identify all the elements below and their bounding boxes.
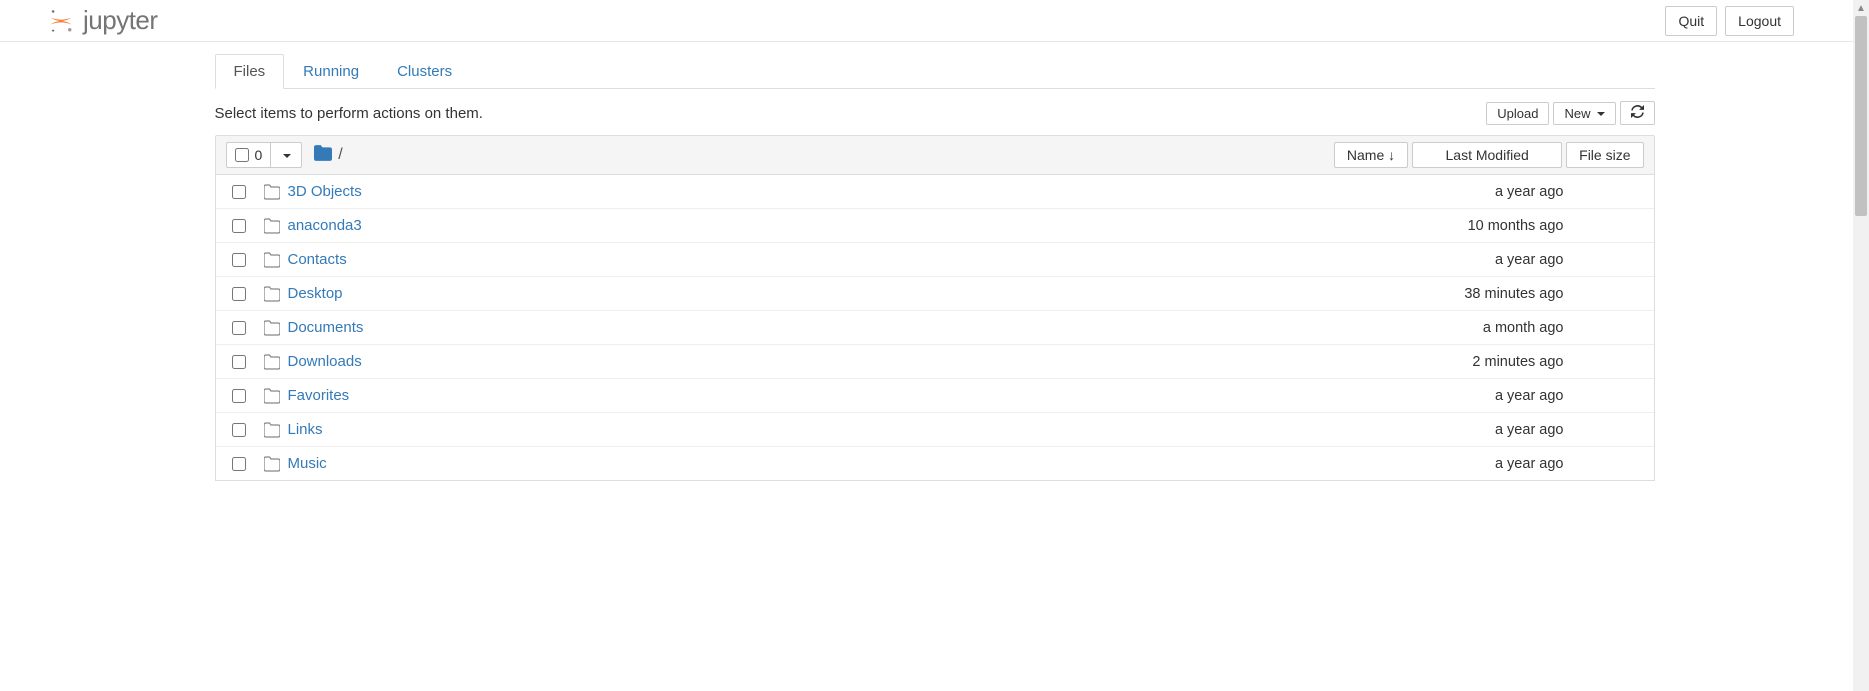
list-header: 0 / Name ↓ Last Modified File size [215,135,1655,175]
scrollbar[interactable]: ▲ [1853,0,1869,691]
folder-icon [264,286,280,302]
item-modified: a month ago [1384,320,1564,336]
upload-button[interactable]: Upload [1486,102,1549,125]
item-modified: a year ago [1384,456,1564,472]
tab-files[interactable]: Files [215,54,285,89]
item-name[interactable]: 3D Objects [288,183,362,200]
tab-clusters[interactable]: Clusters [378,54,471,89]
breadcrumb: / [314,145,342,166]
row-checkbox[interactable] [232,253,246,267]
item-name[interactable]: Downloads [288,353,362,370]
scrollbar-thumb[interactable] [1855,16,1867,216]
item-modified: a year ago [1384,422,1564,438]
caret-down-icon [1595,106,1605,121]
item-modified: a year ago [1384,184,1564,200]
sort-modified-button[interactable]: Last Modified [1412,142,1562,168]
row-checkbox[interactable] [232,355,246,369]
breadcrumb-sep: / [338,146,342,164]
scrollbar-up-icon[interactable]: ▲ [1853,0,1869,16]
item-name[interactable]: Documents [288,319,364,336]
select-all-checkbox-wrap[interactable]: 0 [227,143,271,167]
select-filter-dropdown[interactable] [270,143,301,167]
header-buttons: Quit Logout [1665,6,1794,36]
table-row: Downloads 2 minutes ago [216,345,1654,379]
table-row: Desktop 38 minutes ago [216,277,1654,311]
select-all-group: 0 [226,142,303,168]
row-checkbox[interactable] [232,287,246,301]
row-checkbox[interactable] [232,457,246,471]
refresh-button[interactable] [1620,101,1655,125]
toolbar: Select items to perform actions on them.… [215,101,1655,125]
item-modified: 2 minutes ago [1384,354,1564,370]
folder-icon [264,354,280,370]
table-row: Favorites a year ago [216,379,1654,413]
refresh-icon [1631,105,1644,118]
item-name[interactable]: Favorites [288,387,350,404]
tabs: Files Running Clusters [215,54,1655,89]
table-row: anaconda3 10 months ago [216,209,1654,243]
item-modified: 10 months ago [1384,218,1564,234]
item-modified: a year ago [1384,388,1564,404]
folder-icon [264,184,280,200]
folder-icon [264,456,280,472]
toolbar-buttons: Upload New [1486,101,1654,125]
quit-button[interactable]: Quit [1665,6,1717,36]
folder-icon [264,218,280,234]
item-name[interactable]: Contacts [288,251,347,268]
folder-icon [264,320,280,336]
main-container: Files Running Clusters Select items to p… [200,54,1670,481]
table-row: Documents a month ago [216,311,1654,345]
folder-icon [264,422,280,438]
sort-size-button[interactable]: File size [1566,142,1643,168]
logo-text: jupyter [83,5,158,36]
new-button-label: New [1564,106,1590,121]
folder-icon [264,252,280,268]
instruction-text: Select items to perform actions on them. [215,105,483,122]
row-checkbox[interactable] [232,321,246,335]
table-row: Music a year ago [216,447,1654,480]
item-name[interactable]: Music [288,455,327,472]
item-name[interactable]: anaconda3 [288,217,362,234]
table-row: Links a year ago [216,413,1654,447]
new-button[interactable]: New [1553,102,1615,125]
file-list: 3D Objects a year ago anaconda3 10 months a… [215,175,1655,481]
row-checkbox[interactable] [232,389,246,403]
logo[interactable]: jupyter [45,5,158,36]
table-row: Contacts a year ago [216,243,1654,277]
item-modified: 38 minutes ago [1384,286,1564,302]
table-row: 3D Objects a year ago [216,175,1654,209]
name-col-label: Name [1347,147,1384,163]
arrow-down-icon: ↓ [1388,147,1395,163]
item-name[interactable]: Desktop [288,285,343,302]
folder-icon [264,388,280,404]
caret-down-icon [281,147,291,163]
sort-name-button[interactable]: Name ↓ [1334,142,1408,168]
row-checkbox[interactable] [232,219,246,233]
row-checkbox[interactable] [232,423,246,437]
item-name[interactable]: Links [288,421,323,438]
header: jupyter Quit Logout [0,0,1869,42]
logout-button[interactable]: Logout [1725,6,1794,36]
select-all-checkbox[interactable] [235,148,249,162]
tab-running[interactable]: Running [284,54,378,89]
folder-root-icon[interactable] [314,145,332,166]
item-modified: a year ago [1384,252,1564,268]
jupyter-logo-icon [45,7,77,35]
row-checkbox[interactable] [232,185,246,199]
selected-count: 0 [255,147,263,163]
